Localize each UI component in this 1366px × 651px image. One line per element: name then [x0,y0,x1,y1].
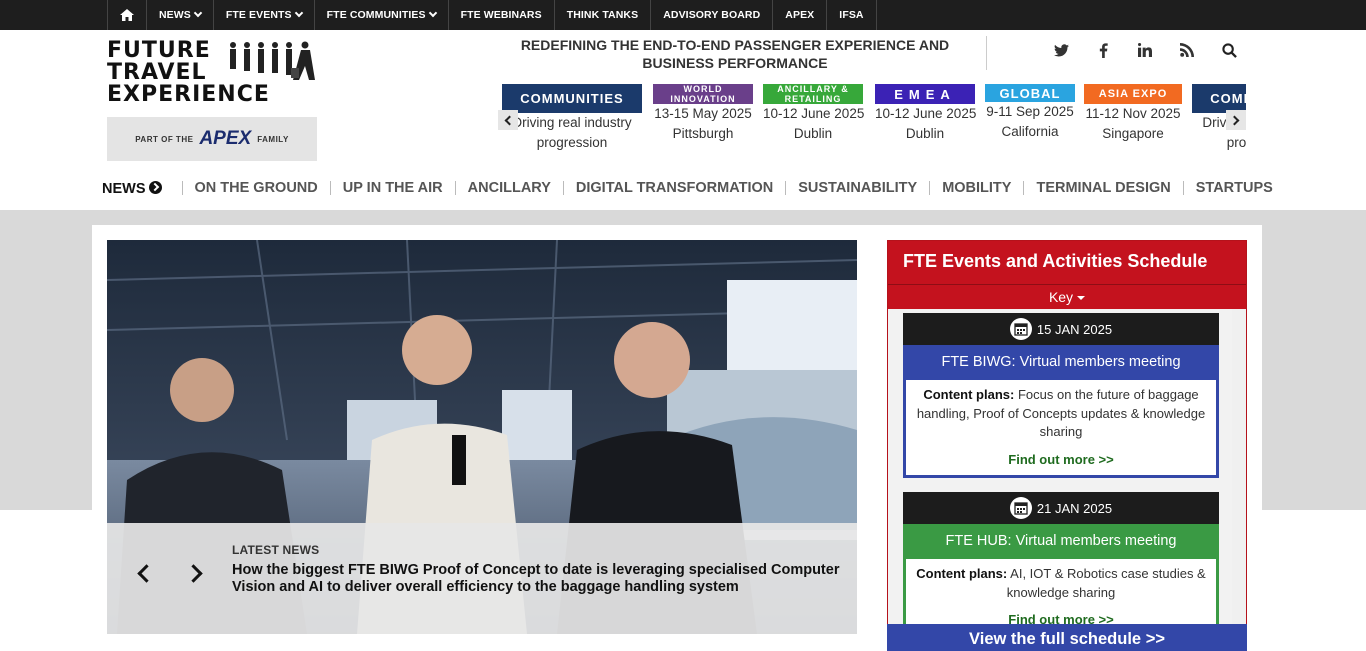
find-out-more-link[interactable]: Find out more >> [914,451,1208,470]
rss-link[interactable] [1166,40,1208,60]
apex-logo: APEX [199,128,252,149]
arrow-circle-right-icon [148,180,162,194]
topnav-advisory-board[interactable]: ADVISORY BOARD [651,0,774,30]
carousel-item-ancillary[interactable]: ANCILLARY & RETAILING 10-12 June 2025 Du… [763,84,864,144]
mainnav-digital-transformation[interactable]: DIGITAL TRANSFORMATION [562,181,785,195]
search-icon [1221,42,1237,58]
view-full-schedule-button[interactable]: View the full schedule >> [887,624,1247,651]
hero-headline[interactable]: How the biggest FTE BIWG Proof of Concep… [232,562,842,596]
event-title[interactable]: FTE BIWG: Virtual members meeting [906,345,1216,380]
linkedin-icon [1138,43,1152,57]
hero-slider[interactable]: LATEST NEWS How the biggest FTE BIWG Pro… [107,240,857,634]
hero-label: LATEST NEWS [232,543,320,557]
carousel-item-emea[interactable]: EMEA 10-12 June 2025 Dublin [875,84,976,144]
mainnav-mobility[interactable]: MOBILITY [929,181,1023,195]
topnav-think-tanks[interactable]: THINK TANKS [555,0,652,30]
schedule-event-2: 21 JAN 2025 FTE HUB: Virtual members mee… [903,492,1219,639]
chevron-down-icon [294,8,303,18]
search-button[interactable] [1208,40,1250,60]
carousel-next-button[interactable] [1226,110,1246,130]
topnav-ifsa[interactable]: IFSA [827,0,877,30]
carousel-prev-button[interactable] [498,110,518,130]
mainnav-startups[interactable]: STARTUPS [1182,181,1285,195]
schedule-event-1: 15 JAN 2025 FTE BIWG: Virtual members me… [903,313,1219,478]
carousel-item-global[interactable]: GLOBAL 9-11 Sep 2025 California [985,84,1075,142]
mainnav-up-in-the-air[interactable]: UP IN THE AIR [329,181,455,195]
logo-line-3: EXPERIENCE [107,82,270,107]
schedule-key-dropdown[interactable]: Key [888,284,1246,309]
carousel-item-world-innovation[interactable]: WORLD INNOVATION 13-15 May 2025 Pittsbur… [653,84,753,144]
chevron-down-icon [428,8,437,18]
facebook-link[interactable] [1082,40,1124,60]
chevron-left-icon [504,115,515,125]
hero-next-button[interactable] [181,558,211,588]
chevron-right-icon [183,563,203,583]
topnav-fte-webinars[interactable]: FTE WEBINARS [449,0,555,30]
event-date: 21 JAN 2025 [903,492,1219,524]
main-nav: NEWS ON THE GROUND UP IN THE AIR ANCILLA… [102,178,1285,198]
chevron-right-icon [1229,115,1240,125]
rss-icon [1180,43,1194,57]
chevron-left-icon [136,563,156,583]
events-schedule: FTE Events and Activities Schedule Key 1… [887,240,1247,651]
travellers-silhouette-icon [230,41,315,80]
event-date: 15 JAN 2025 [903,313,1219,345]
topnav-apex[interactable]: APEX [773,0,828,30]
top-bar: NEWS FTE EVENTS FTE COMMUNITIES FTE WEBI… [0,0,1366,30]
mainnav-on-the-ground[interactable]: ON THE GROUND [181,181,330,195]
topnav-news[interactable]: NEWS [147,0,214,30]
calendar-icon [1009,318,1032,340]
event-body: Content plans: Focus on the future of ba… [906,380,1216,475]
hero-prev-button[interactable] [128,558,158,588]
mainnav-news[interactable]: NEWS [102,180,182,196]
mainnav-ancillary[interactable]: ANCILLARY [454,181,563,195]
facebook-icon [1099,42,1108,58]
calendar-icon [1009,497,1032,519]
event-title[interactable]: FTE HUB: Virtual members meeting [906,524,1216,559]
schedule-title: FTE Events and Activities Schedule [888,241,1246,284]
apex-family-badge[interactable]: PART OF THE APEX FAMILY [107,117,317,161]
carousel-item-communities[interactable]: COMMUNITIES Driving real industry progre… [502,84,642,153]
mainnav-terminal-design[interactable]: TERMINAL DESIGN [1023,181,1182,195]
schedule-scrollbar[interactable] [1232,309,1246,624]
home-icon [120,9,134,21]
mainnav-sustainability[interactable]: SUSTAINABILITY [785,181,929,195]
twitter-link[interactable] [1040,40,1082,60]
chevron-down-icon [193,8,203,18]
topnav-fte-events[interactable]: FTE EVENTS [214,0,315,30]
site-logo[interactable]: FUTURE TRAVEL EXPERIENCE [107,40,317,110]
topnav-fte-communities[interactable]: FTE COMMUNITIES [315,0,449,30]
carousel-item-asia-expo[interactable]: ASIA EXPO 11-12 Nov 2025 Singapore [1084,84,1182,144]
site-tagline: REDEFINING THE END-TO-END PASSENGER EXPE… [520,37,950,71]
hero-caption: LATEST NEWS How the biggest FTE BIWG Pro… [107,523,857,634]
caret-down-icon [1077,296,1086,300]
divider [986,36,987,70]
events-carousel: COMMUNITIES Driving real industry progre… [498,84,1246,156]
linkedin-link[interactable] [1124,40,1166,60]
social-links [1040,40,1250,60]
twitter-icon [1053,43,1069,56]
top-nav: NEWS FTE EVENTS FTE COMMUNITIES FTE WEBI… [107,0,877,30]
home-link[interactable] [107,0,147,30]
